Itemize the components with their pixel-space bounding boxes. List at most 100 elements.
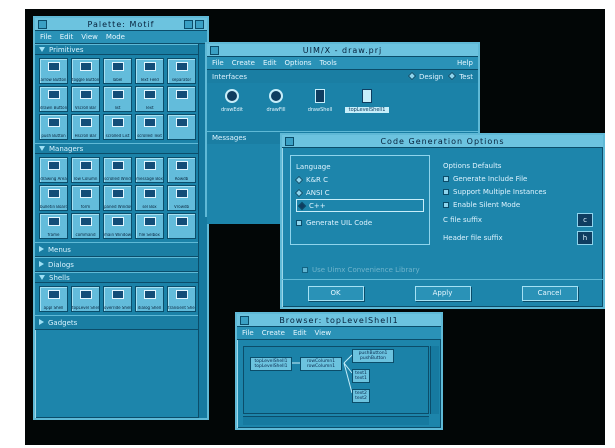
test-radio[interactable] xyxy=(447,71,457,80)
primitive-tile[interactable]: scrolled List xyxy=(103,114,132,140)
menu-options[interactable]: Options xyxy=(285,59,312,67)
primitive-tile[interactable]: Hscroll Bar xyxy=(71,114,100,140)
c-suffix-input[interactable]: c xyxy=(577,213,593,227)
tree-node-text2[interactable]: text2 text2 xyxy=(352,389,370,403)
checkbox-icon xyxy=(296,219,302,226)
primitive-tile[interactable]: Text Field xyxy=(135,58,164,84)
interface-item-selected[interactable]: topLevelShell1 xyxy=(345,89,389,131)
widget-icon xyxy=(144,90,156,99)
palette-titlebar[interactable]: Palette: Motif xyxy=(35,18,207,31)
widget-icon xyxy=(144,290,156,299)
manager-tile[interactable]: paned Window xyxy=(103,185,132,211)
language-cpp[interactable]: C++ xyxy=(296,199,424,212)
default-silent[interactable]: Enable Silent Mode xyxy=(443,198,593,211)
interface-item[interactable]: drawEdit xyxy=(213,89,251,131)
menu-edit[interactable]: Edit xyxy=(60,33,74,41)
tile-label: message Box xyxy=(136,177,163,181)
manager-tile[interactable]: frame xyxy=(39,213,68,239)
maximize-icon[interactable] xyxy=(195,20,204,29)
primitive-tile[interactable]: toggle Button xyxy=(71,58,100,84)
browser-hscroll[interactable] xyxy=(243,416,429,425)
menu-mode[interactable]: Mode xyxy=(106,33,125,41)
tree-node-text1[interactable]: text1 text1 xyxy=(352,369,370,383)
minimize-icon[interactable] xyxy=(184,20,193,29)
default-multiple[interactable]: Support Multiple Instances xyxy=(443,185,593,198)
design-radio[interactable] xyxy=(407,71,417,80)
primitive-tile[interactable]: arrow Button xyxy=(39,58,68,84)
primitive-tile[interactable]: separator xyxy=(167,58,196,84)
tree-node-root[interactable]: topLevelShell1 topLevelShell1 xyxy=(250,357,292,371)
primitive-tile[interactable] xyxy=(167,86,196,112)
manager-tile[interactable]: command xyxy=(71,213,100,239)
tree-node-rowcolumn[interactable]: rowColumn1 rowColumn1 xyxy=(300,357,342,371)
browser-window: Browser: topLevelShell1 File Create Edit… xyxy=(235,312,443,430)
shell-tile[interactable]: appl Shell xyxy=(39,286,68,312)
section-dialogs[interactable]: Dialogs xyxy=(35,257,207,272)
manager-tile[interactable]: file Selbox xyxy=(135,213,164,239)
manager-tile[interactable] xyxy=(167,213,196,239)
menu-file[interactable]: File xyxy=(40,33,52,41)
language-ansi[interactable]: ANSI C xyxy=(294,186,424,199)
main-titlebar[interactable]: UIM/X - draw.prj xyxy=(207,44,478,57)
manager-tile[interactable]: message Box xyxy=(135,157,164,183)
window-menu-icon[interactable] xyxy=(210,46,219,55)
interface-item[interactable]: drawFill xyxy=(257,89,295,131)
manager-tile[interactable]: scrolled Window xyxy=(103,157,132,183)
menu-edit[interactable]: Edit xyxy=(263,59,277,67)
interface-item[interactable]: drawShell xyxy=(301,89,339,131)
menu-create[interactable]: Create xyxy=(262,329,285,337)
manager-tile[interactable]: sel Box xyxy=(135,185,164,211)
shell-tile[interactable]: dialog Shell xyxy=(135,286,164,312)
primitive-tile[interactable]: Vscroll Bar xyxy=(71,86,100,112)
menu-tools[interactable]: Tools xyxy=(320,59,337,67)
generate-uil-check[interactable]: Generate UIL Code xyxy=(296,216,424,229)
shell-tile[interactable]: override Shell xyxy=(103,286,132,312)
manager-tile[interactable]: main Window xyxy=(103,213,132,239)
manager-tile[interactable]: row Column xyxy=(71,157,100,183)
code-gen-dialog: Code Generation Options Language K&R C A… xyxy=(280,133,605,309)
menu-edit[interactable]: Edit xyxy=(293,329,307,337)
tile-label: form xyxy=(80,205,91,209)
section-shells[interactable]: Shells xyxy=(35,272,207,283)
browser-titlebar[interactable]: Browser: topLevelShell1 xyxy=(237,314,441,327)
window-menu-icon[interactable] xyxy=(240,316,249,325)
widget-icon xyxy=(144,189,156,198)
section-menus[interactable]: Menus xyxy=(35,242,207,257)
section-primitives[interactable]: Primitives xyxy=(35,44,207,55)
window-menu-icon[interactable] xyxy=(38,20,47,29)
code-gen-titlebar[interactable]: Code Generation Options xyxy=(282,135,603,148)
manager-tile[interactable]: drawing Area xyxy=(39,157,68,183)
primitive-tile[interactable]: label xyxy=(103,58,132,84)
menu-create[interactable]: Create xyxy=(232,59,255,67)
default-include[interactable]: Generate Include File xyxy=(443,172,593,185)
menu-file[interactable]: File xyxy=(212,59,224,67)
shell-tile[interactable]: topLevel Shell xyxy=(71,286,100,312)
primitive-tile[interactable]: Text xyxy=(135,86,164,112)
browser-vscroll[interactable] xyxy=(430,346,439,414)
primitive-tile[interactable]: push Button xyxy=(39,114,68,140)
menu-view[interactable]: View xyxy=(315,329,332,337)
primitive-tile[interactable]: list xyxy=(103,86,132,112)
manager-tile[interactable]: bulletin Board xyxy=(39,185,68,211)
section-managers[interactable]: Managers xyxy=(35,143,207,154)
menu-help[interactable]: Help xyxy=(457,59,473,67)
menu-view[interactable]: View xyxy=(81,33,98,41)
manager-tile[interactable]: form xyxy=(71,185,100,211)
primitive-tile[interactable]: scrolled Text xyxy=(135,114,164,140)
manager-tile[interactable]: Rowdb xyxy=(167,157,196,183)
manager-tile[interactable]: Vrowdb xyxy=(167,185,196,211)
ok-button[interactable]: OK xyxy=(307,286,364,301)
apply-button[interactable]: Apply xyxy=(414,286,471,301)
language-knr[interactable]: K&R C xyxy=(294,173,424,186)
h-suffix-input[interactable]: h xyxy=(577,231,593,245)
widget-icon xyxy=(176,290,188,299)
window-menu-icon[interactable] xyxy=(285,137,294,146)
primitive-tile[interactable]: drawn Button xyxy=(39,86,68,112)
uimx-lib-check[interactable]: Use Uimx Convenience Library xyxy=(302,263,420,276)
tree-node-pushbutton[interactable]: pushButton1 pushButton xyxy=(352,349,394,363)
shell-tile[interactable]: transient Shell xyxy=(167,286,196,312)
section-gadgets[interactable]: Gadgets xyxy=(35,315,207,330)
menu-file[interactable]: File xyxy=(242,329,254,337)
primitive-tile[interactable] xyxy=(167,114,196,140)
cancel-button[interactable]: Cancel xyxy=(521,286,578,301)
